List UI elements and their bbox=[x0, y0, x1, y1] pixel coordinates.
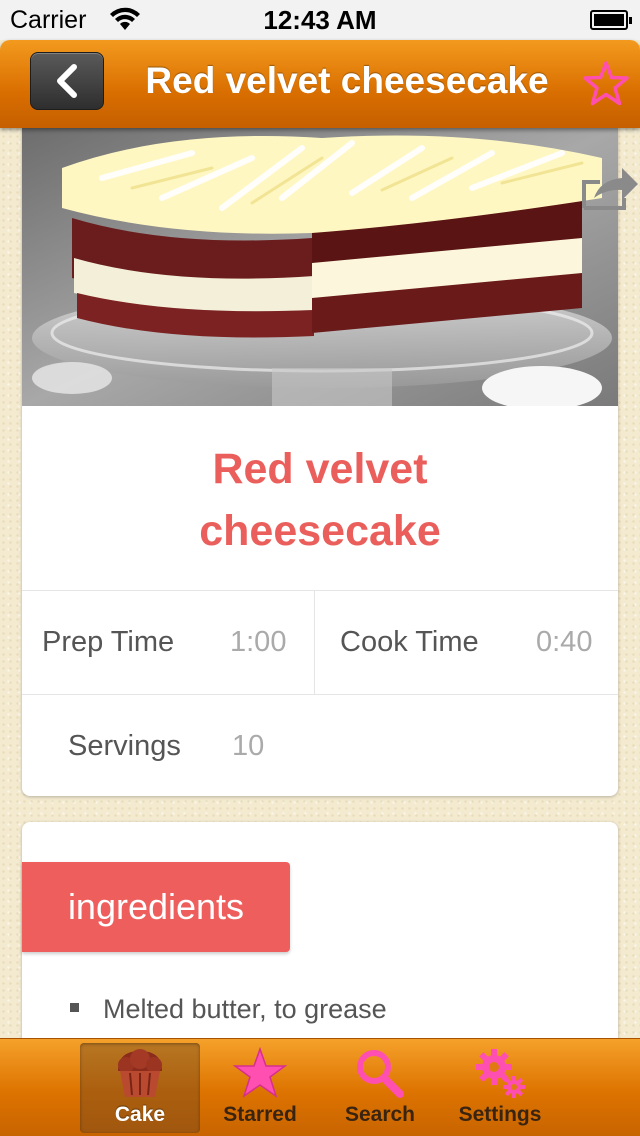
status-bar: Carrier 12:43 AM bbox=[0, 0, 640, 40]
recipe-title-line1: Red velvet bbox=[212, 445, 428, 493]
chevron-left-icon bbox=[57, 64, 77, 98]
tab-label: Search bbox=[344, 1103, 416, 1126]
tab-label: Settings bbox=[458, 1103, 542, 1126]
divider bbox=[22, 694, 618, 695]
recipe-photo bbox=[22, 128, 618, 406]
ingredient-text: Melted butter, to grease bbox=[103, 994, 387, 1024]
favorite-star-icon[interactable] bbox=[582, 60, 630, 108]
recipe-title-line2: cheesecake bbox=[199, 507, 441, 555]
tab-cake[interactable]: Cake bbox=[80, 1043, 200, 1133]
battery-icon bbox=[590, 10, 632, 30]
tab-bar: Cake Starred Search Settings bbox=[0, 1038, 640, 1136]
prep-time-label: Prep Time bbox=[42, 626, 175, 658]
ingredient-item: Melted butter, to grease bbox=[70, 994, 387, 1025]
recipe-card: Red velvet cheesecake Prep Time 1:00 Coo… bbox=[22, 128, 618, 796]
tab-settings[interactable]: Settings bbox=[440, 1043, 560, 1133]
nav-title: Red velvet cheesecake bbox=[145, 60, 549, 101]
search-icon bbox=[357, 1050, 404, 1098]
muffin-icon bbox=[118, 1049, 162, 1097]
tab-search[interactable]: Search bbox=[320, 1043, 440, 1133]
prep-time-value: 1:00 bbox=[230, 626, 287, 658]
star-icon bbox=[232, 1047, 288, 1098]
bullet bbox=[70, 1003, 79, 1013]
tab-label: Cake bbox=[114, 1103, 166, 1126]
share-icon[interactable] bbox=[580, 162, 640, 212]
servings-value: 10 bbox=[232, 730, 265, 762]
servings-label: Servings bbox=[68, 730, 181, 762]
cook-time-label: Cook Time bbox=[340, 626, 479, 658]
tab-starred[interactable]: Starred bbox=[200, 1043, 320, 1133]
navigation-bar: Red velvet cheesecake bbox=[0, 40, 640, 128]
recipe-title: Red velvet cheesecake bbox=[22, 438, 618, 562]
gear-icon bbox=[476, 1049, 525, 1098]
clock: 12:43 AM bbox=[263, 5, 377, 35]
divider bbox=[314, 590, 315, 694]
divider bbox=[22, 590, 618, 591]
cook-time-value: 0:40 bbox=[536, 626, 593, 658]
back-button[interactable] bbox=[30, 52, 104, 110]
ingredients-header: ingredients bbox=[22, 862, 290, 952]
tab-label: Starred bbox=[223, 1103, 297, 1126]
